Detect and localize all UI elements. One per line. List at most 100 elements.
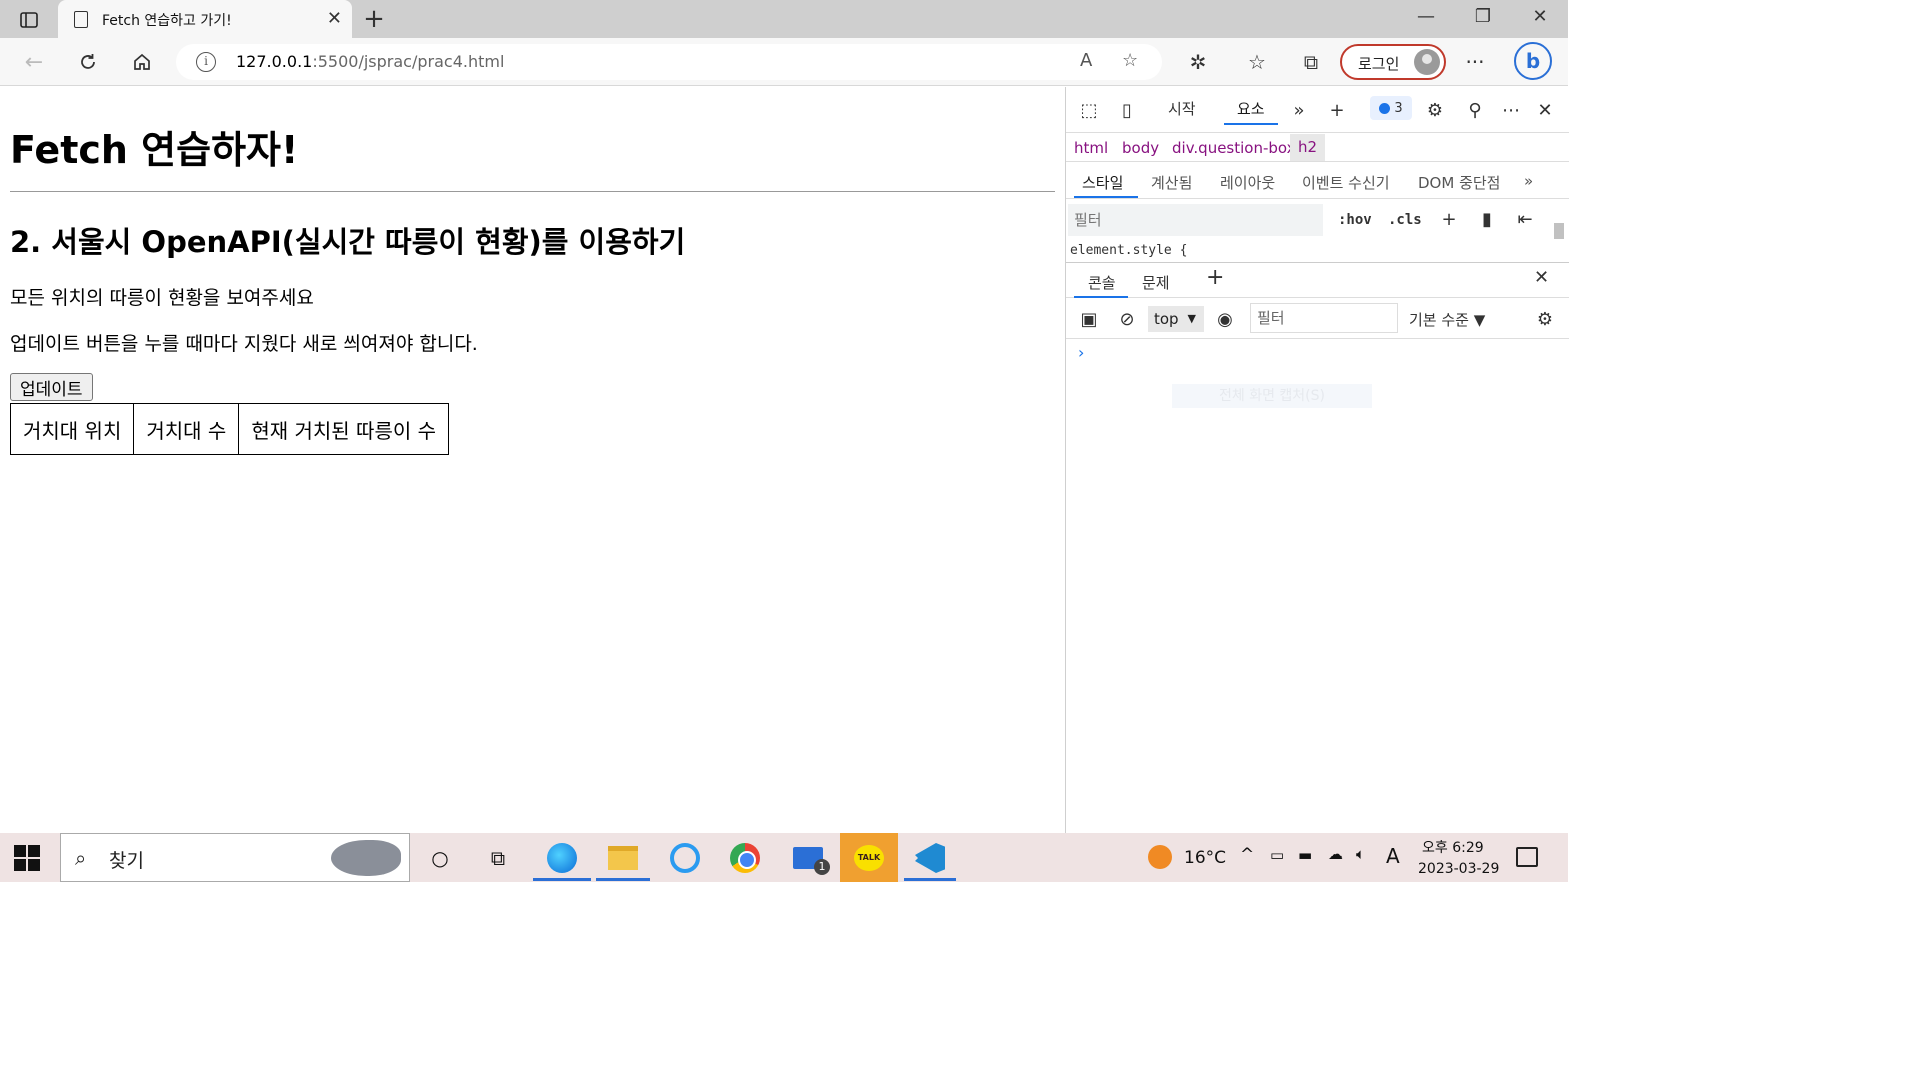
console-prompt[interactable]: › (1078, 343, 1084, 362)
weather-icon[interactable] (1148, 845, 1172, 869)
toggle-sidebar-icon[interactable]: ⇤ (1512, 206, 1538, 232)
ime-indicator[interactable]: A (1386, 844, 1400, 868)
breadcrumb-html[interactable]: html (1074, 139, 1108, 157)
collections-icon[interactable]: ⧉ (1297, 48, 1325, 76)
home-icon[interactable] (128, 48, 156, 76)
console-toolbar: ▣ ⊘ top ▼ ◉ 필터 기본 수준 ▼ ⚙ (1066, 299, 1569, 339)
drawer-tab-issues[interactable]: 문제 (1142, 272, 1170, 293)
extensions-icon[interactable]: ✲ (1184, 48, 1212, 76)
windows-start-icon[interactable] (14, 845, 40, 871)
cortana-icon[interactable]: ○ (422, 841, 458, 875)
close-tab-icon[interactable]: ✕ (327, 8, 342, 29)
tab-actions-icon[interactable] (14, 8, 44, 32)
close-drawer-icon[interactable]: ✕ (1534, 267, 1549, 288)
file-explorer-icon[interactable] (605, 841, 641, 875)
site-info-icon[interactable]: i (196, 52, 216, 72)
styles-filter-input[interactable] (1068, 204, 1323, 236)
divider (10, 191, 1055, 192)
address-bar[interactable]: i 127.0.0.1:5500/jsprac/prac4.html A ☆ (176, 44, 1162, 80)
console-settings-icon[interactable]: ⚙ (1532, 306, 1558, 332)
page-icon (74, 11, 88, 28)
close-devtools-icon[interactable]: ✕ (1532, 97, 1558, 123)
tab-title: Fetch 연습하고 가기! (102, 13, 232, 29)
breadcrumb-body[interactable]: body (1122, 139, 1159, 157)
tab-welcome[interactable]: 시작 (1168, 98, 1196, 119)
battery-icon[interactable]: ▬ (1298, 846, 1312, 864)
vscode-indicator (904, 878, 956, 881)
breadcrumb-div[interactable]: div.question-box (1172, 139, 1296, 157)
more-tabs-icon[interactable]: » (1286, 97, 1312, 123)
subtab-dom-breakpoints[interactable]: DOM 중단점 (1418, 172, 1500, 193)
notification-icon[interactable] (1516, 847, 1538, 867)
more-options-icon[interactable]: ··· (1461, 48, 1489, 76)
browser-tab-active[interactable]: Fetch 연습하고 가기! ✕ (58, 0, 352, 39)
breadcrumb: html body div.question-box h2 (1066, 134, 1569, 162)
log-level-select[interactable]: 기본 수준 ▼ (1409, 309, 1485, 330)
subtab-layout[interactable]: 레이아웃 (1220, 172, 1275, 193)
table-header-bike-count: 현재 거치된 따릉이 수 (238, 403, 450, 455)
table-header-rack-count: 거치대 수 (133, 403, 240, 455)
clock-time[interactable]: 오후 6:29 (1422, 837, 1484, 857)
vscode-icon[interactable] (912, 841, 948, 875)
capture-tooltip: 전체 화면 캡처(S) (1172, 384, 1372, 408)
refresh-icon[interactable] (74, 48, 102, 76)
back-arrow-icon[interactable]: ← (20, 48, 48, 76)
add-favorite-icon[interactable]: ☆ (1122, 50, 1138, 71)
close-window-icon[interactable]: ✕ (1520, 6, 1560, 27)
hov-toggle[interactable]: :hov (1338, 212, 1372, 228)
customize-icon[interactable]: ⚲ (1462, 97, 1488, 123)
chevron-down-icon: ▼ (1187, 312, 1196, 325)
bing-icon[interactable]: b (1514, 42, 1552, 80)
styles-scrollbar[interactable] (1552, 207, 1566, 257)
chrome-icon[interactable] (727, 841, 763, 875)
network-icon[interactable]: ☁ (1328, 845, 1343, 863)
internet-explorer-icon[interactable] (667, 841, 703, 875)
avatar-icon (1414, 49, 1440, 75)
new-rule-icon[interactable]: + (1436, 206, 1462, 232)
drawer-tab-console[interactable]: 콘솔 (1088, 272, 1116, 293)
subtab-more-icon[interactable]: » (1524, 172, 1533, 190)
devtools-more-icon[interactable]: ⋯ (1498, 97, 1524, 123)
edge-app-icon[interactable] (544, 841, 580, 875)
read-aloud-icon[interactable]: A (1080, 50, 1092, 71)
console-sidebar-icon[interactable]: ▣ (1076, 306, 1102, 332)
context-select[interactable]: top ▼ (1148, 306, 1204, 332)
taskbar-search[interactable]: ⌕ 찾기 (60, 833, 410, 882)
inspect-element-icon[interactable]: ⬚ (1076, 97, 1102, 123)
clear-console-icon[interactable]: ⊘ (1114, 306, 1140, 332)
subtab-computed[interactable]: 계산됨 (1151, 172, 1192, 193)
clock-date[interactable]: 2023-03-29 (1418, 861, 1499, 877)
task-view-icon[interactable]: ⧉ (480, 841, 516, 875)
subtab-event-listeners[interactable]: 이벤트 수신기 (1302, 172, 1390, 193)
restore-icon[interactable]: ❐ (1463, 6, 1503, 27)
url-text: 127.0.0.1:5500/jsprac/prac4.html (236, 52, 504, 71)
add-tab-icon[interactable]: + (1324, 97, 1350, 123)
cls-toggle[interactable]: .cls (1388, 212, 1422, 228)
search-label: 찾기 (109, 850, 144, 872)
drawer-add-icon[interactable]: + (1206, 265, 1224, 290)
minimize-icon[interactable]: — (1406, 6, 1446, 27)
kakaotalk-icon[interactable]: TALK (840, 833, 898, 882)
page-title: Fetch 연습하자! (10, 128, 299, 172)
new-tab-button[interactable]: + (360, 4, 388, 34)
tab-elements[interactable]: 요소 (1237, 98, 1265, 119)
live-expression-eye-icon[interactable]: ◉ (1212, 306, 1238, 332)
weather-temp[interactable]: 16°C (1184, 848, 1226, 868)
console-filter-input[interactable]: 필터 (1250, 303, 1398, 333)
update-button[interactable]: 업데이트 (10, 373, 93, 401)
console-drawer-tabs: 콘솔 문제 + ✕ (1066, 262, 1569, 298)
subtab-styles[interactable]: 스타일 (1082, 172, 1123, 193)
paint-icon[interactable]: ▮ (1474, 206, 1500, 232)
issues-badge[interactable]: 3 (1370, 96, 1412, 120)
tray-expand-icon[interactable]: ^ (1240, 845, 1254, 865)
active-app-indicator (533, 878, 591, 881)
meet-icon[interactable]: ▭ (1270, 846, 1284, 864)
device-emulation-icon[interactable]: ▯ (1114, 97, 1140, 123)
settings-icon[interactable]: ⚙ (1422, 97, 1448, 123)
breadcrumb-h2[interactable]: h2 (1290, 134, 1326, 161)
section-title: 2. 서울시 OpenAPI(실시간 따릉이 현황)를 이용하기 (10, 225, 686, 259)
volume-icon[interactable]: 🔈︎ (1356, 845, 1365, 863)
search-icon: ⌕ (75, 846, 87, 870)
login-button[interactable]: 로그인 (1340, 44, 1446, 80)
favorites-icon[interactable]: ☆ (1243, 48, 1271, 76)
